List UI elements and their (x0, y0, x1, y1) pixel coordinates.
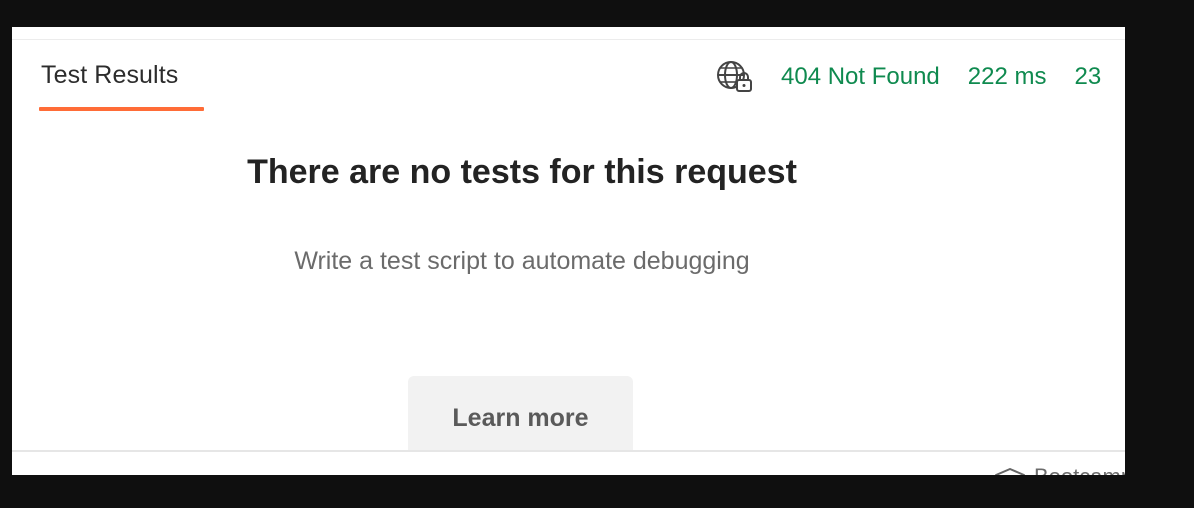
learn-more-label: Learn more (452, 404, 589, 432)
active-tab-indicator (39, 107, 204, 111)
panel-divider (12, 39, 1125, 40)
tab-test-results[interactable]: Test Results (39, 57, 204, 113)
empty-state-title: There are no tests for this request (247, 153, 797, 191)
empty-state-subtitle: Write a test script to automate debuggin… (294, 247, 750, 275)
status-footer: Bootcamp (12, 450, 1125, 475)
response-panel: Test Results 404 Not Found 222 ms 23 The… (12, 27, 1125, 475)
response-status-bar: 404 Not Found 222 ms 23 (714, 59, 1125, 95)
bootcamp-link[interactable]: Bootcamp (994, 464, 1125, 475)
bootcamp-icon (995, 468, 1025, 475)
response-size[interactable]: 23 (1074, 63, 1101, 91)
bootcamp-label: Bootcamp (1034, 464, 1125, 475)
response-time[interactable]: 222 ms (968, 63, 1047, 91)
globe-lock-icon[interactable] (714, 59, 754, 95)
response-status-code[interactable]: 404 Not Found (781, 63, 940, 91)
tab-test-results-label: Test Results (41, 61, 179, 89)
